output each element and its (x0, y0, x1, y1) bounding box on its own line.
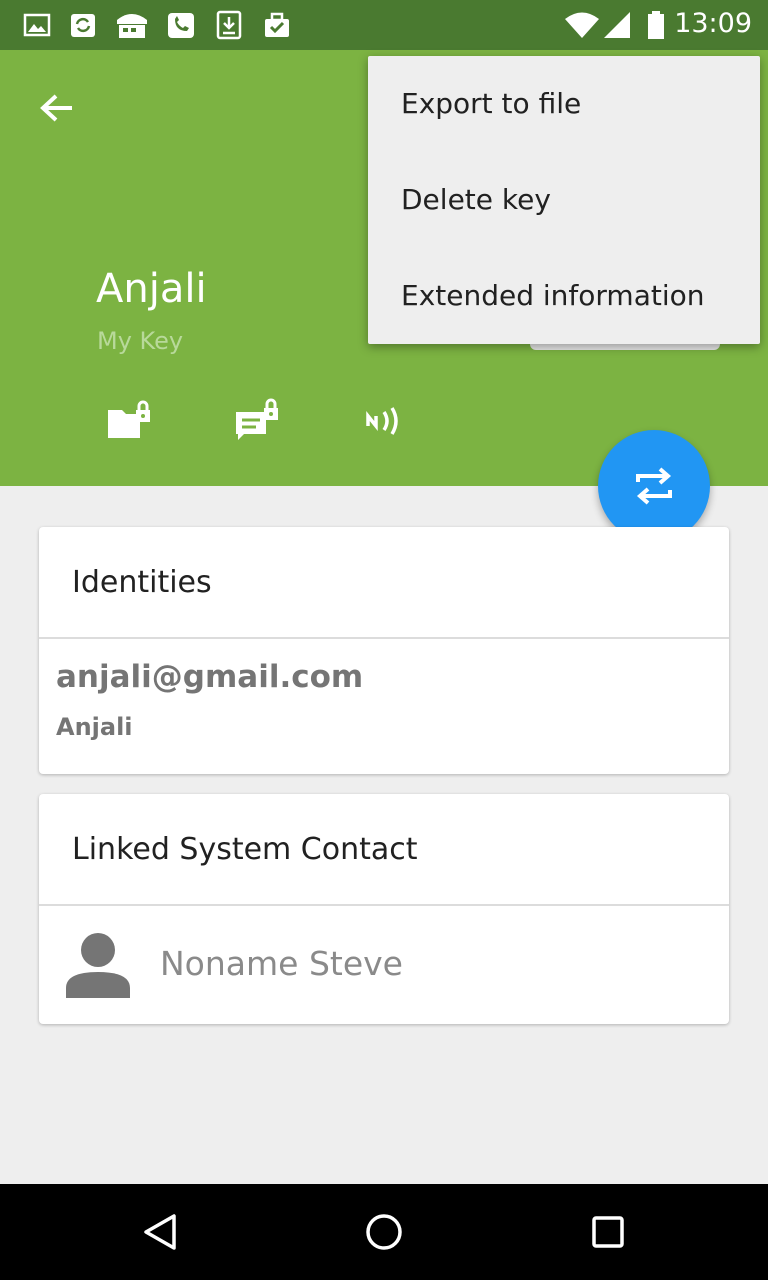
back-arrow-icon[interactable] (28, 82, 84, 138)
nav-bar (0, 1184, 768, 1280)
linked-contact-card: Linked System Contact Noname Steve (39, 794, 729, 1024)
download-icon (216, 10, 242, 40)
encrypt-files-icon[interactable] (106, 396, 154, 444)
menu-item-export[interactable]: Export to file (368, 56, 760, 152)
wifi-icon (565, 12, 599, 38)
store-icon (117, 14, 147, 38)
identities-card: Identities anjali@gmail.com Anjali (39, 527, 729, 774)
image-icon (23, 13, 51, 37)
briefcase-check-icon (265, 12, 289, 37)
back-triangle-icon[interactable] (136, 1208, 184, 1256)
person-icon (66, 933, 130, 998)
nfc-share-icon[interactable] (362, 396, 410, 444)
recents-square-icon[interactable] (584, 1208, 632, 1256)
identity-email[interactable]: anjali@gmail.com (56, 659, 363, 695)
identities-title: Identities (39, 527, 729, 639)
sync-app-icon (71, 14, 95, 37)
signal-icon (604, 12, 630, 38)
menu-item-extended-info[interactable]: Extended information (368, 248, 760, 344)
encrypt-text-icon[interactable] (234, 396, 282, 444)
exchange-arrows-icon (636, 467, 672, 505)
status-time: 13:09 (674, 8, 752, 39)
menu-item-delete[interactable]: Delete key (368, 152, 760, 248)
home-circle-icon[interactable] (360, 1208, 408, 1256)
key-subtitle: My Key (97, 327, 184, 355)
key-name: Anjali (96, 266, 207, 312)
battery-icon (648, 11, 664, 39)
linked-contact-name[interactable]: Noname Steve (160, 944, 403, 983)
overflow-menu: Export to file Delete key Extended infor… (368, 56, 760, 344)
status-bar: 13:09 (0, 0, 768, 50)
exchange-keys-fab[interactable] (598, 430, 710, 542)
phone-app-icon (168, 13, 194, 38)
identity-name: Anjali (56, 713, 133, 741)
linked-contact-title: Linked System Contact (39, 794, 729, 906)
